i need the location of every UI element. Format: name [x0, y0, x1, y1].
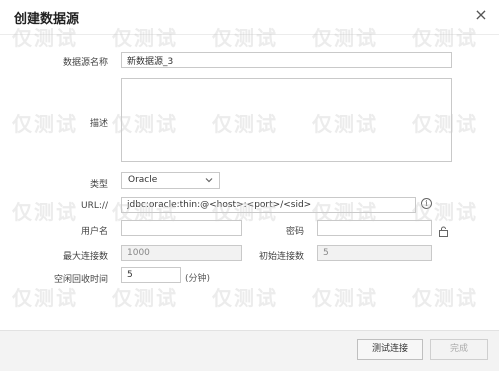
dialog-titlebar: 创建数据源 × — [0, 0, 499, 35]
dialog-footer: 测试连接 完成 — [0, 330, 499, 371]
description-label: 描述 — [89, 119, 108, 129]
watermark-text: 仅测试 — [412, 286, 478, 310]
name-label: 数据源名称 — [62, 58, 108, 68]
chevron-down-icon — [205, 174, 213, 189]
description-textarea[interactable] — [121, 78, 452, 162]
test-connection-button[interactable]: 测试连接 — [357, 339, 423, 360]
username-label: 用户名 — [80, 227, 108, 237]
watermark-text: 仅测试 — [212, 286, 278, 310]
lock-icon[interactable] — [438, 222, 449, 241]
watermark-text: 仅测试 — [312, 286, 378, 310]
password-label: 密码 — [285, 227, 304, 237]
type-label: 类型 — [89, 180, 108, 190]
watermark-text: 仅测试 — [112, 286, 178, 310]
idle-recycle-label: 空闲回收时间 — [53, 275, 108, 285]
dialog-title: 创建数据源 — [14, 12, 80, 27]
username-input[interactable] — [121, 220, 242, 236]
max-connections-input[interactable] — [121, 245, 242, 261]
idle-unit: (分钟) — [185, 274, 211, 284]
max-connections-label: 最大连接数 — [62, 252, 108, 262]
info-icon[interactable]: i — [421, 198, 432, 209]
watermark-text: 仅测试 — [12, 286, 78, 310]
create-datasource-dialog: 创建数据源 × 数据源名称 描述 类型 Oracle URL:// i 用户名 … — [0, 0, 499, 371]
initial-connections-input[interactable] — [317, 245, 432, 261]
close-icon[interactable]: × — [472, 6, 490, 24]
type-select-value: Oracle — [128, 175, 158, 185]
finish-button[interactable]: 完成 — [430, 339, 488, 360]
name-input[interactable] — [121, 52, 452, 68]
url-label: URL:// — [81, 201, 108, 211]
password-input[interactable] — [317, 220, 432, 236]
initial-connections-label: 初始连接数 — [258, 252, 304, 262]
type-select[interactable]: Oracle — [121, 172, 220, 189]
url-input[interactable] — [121, 197, 416, 213]
idle-recycle-input[interactable] — [121, 267, 181, 283]
